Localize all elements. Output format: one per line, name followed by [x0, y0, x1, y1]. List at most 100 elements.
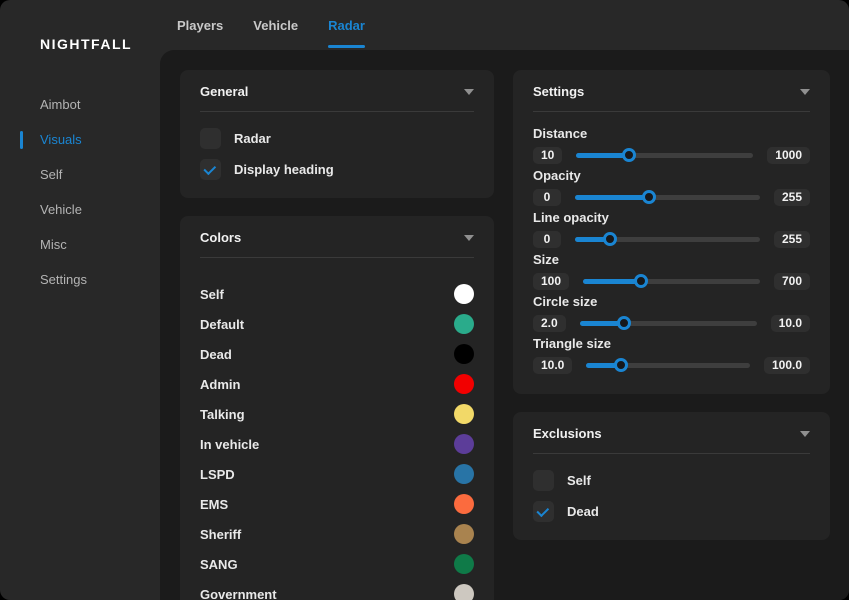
slider-group: Triangle size 10.0 100.0 [533, 336, 810, 373]
colors-panel-header[interactable]: Colors [200, 216, 474, 258]
slider-handle[interactable] [603, 232, 617, 246]
slider-track[interactable] [583, 279, 760, 284]
tab[interactable]: Players [177, 0, 223, 50]
sidebar-item[interactable]: Aimbot [0, 87, 160, 122]
checkbox-row[interactable]: Radar [200, 128, 474, 149]
color-swatch[interactable] [454, 584, 474, 600]
color-label: Admin [200, 377, 240, 392]
checkbox[interactable] [200, 128, 221, 149]
color-row: Default [200, 309, 474, 339]
slider-group: Opacity 0 255 [533, 168, 810, 205]
sidebar-item[interactable]: Misc [0, 227, 160, 262]
color-row: Talking [200, 399, 474, 429]
color-swatch[interactable] [454, 464, 474, 484]
checkbox[interactable] [200, 159, 221, 180]
slider-label: Triangle size [533, 336, 810, 351]
sidebar-item-label: Settings [40, 272, 87, 287]
color-row: Self [200, 279, 474, 309]
color-swatch[interactable] [454, 404, 474, 424]
panel-title: Colors [200, 230, 241, 245]
tab[interactable]: Radar [328, 0, 365, 50]
checkbox[interactable] [533, 501, 554, 522]
slider-min-value: 10.0 [533, 357, 572, 374]
color-swatch[interactable] [454, 554, 474, 574]
color-label: EMS [200, 497, 228, 512]
slider-max-value: 1000 [767, 147, 810, 164]
color-swatch[interactable] [454, 494, 474, 514]
checkbox-row[interactable]: Display heading [200, 159, 474, 180]
slider-handle[interactable] [622, 148, 636, 162]
exclusions-panel-header[interactable]: Exclusions [533, 412, 810, 454]
sidebar-item-label: Misc [40, 237, 67, 252]
color-row: Admin [200, 369, 474, 399]
slider-group: Circle size 2.0 10.0 [533, 294, 810, 331]
color-label: Government [200, 587, 277, 600]
slider-fill [575, 195, 649, 200]
color-swatch[interactable] [454, 524, 474, 544]
color-row: LSPD [200, 459, 474, 489]
slider-row: 10.0 100.0 [533, 357, 810, 373]
color-swatch[interactable] [454, 344, 474, 364]
sidebar-item[interactable]: Visuals [0, 122, 160, 157]
color-swatch[interactable] [454, 314, 474, 334]
checkbox-row[interactable]: Dead [533, 501, 810, 522]
colors-panel: Colors Self Default [180, 216, 494, 600]
slider-group: Distance 10 1000 [533, 126, 810, 163]
collapse-arrow-icon[interactable] [464, 235, 474, 241]
tab[interactable]: Vehicle [253, 0, 298, 50]
slider-min-value: 0 [533, 231, 561, 248]
sidebar-item-label: Vehicle [40, 202, 82, 217]
slider-track[interactable] [575, 195, 760, 200]
checkbox-label: Radar [234, 131, 271, 146]
collapse-arrow-icon[interactable] [800, 89, 810, 95]
general-panel: General Radar Display heading [180, 70, 494, 198]
slider-max-value: 700 [774, 273, 810, 290]
color-label: Talking [200, 407, 245, 422]
slider-handle[interactable] [614, 358, 628, 372]
settings-panel-header[interactable]: Settings [533, 70, 810, 112]
color-row: Government [200, 579, 474, 600]
sidebar-item-label: Aimbot [40, 97, 80, 112]
slider-row: 100 700 [533, 273, 810, 289]
sidebar-item[interactable]: Self [0, 157, 160, 192]
slider-handle[interactable] [634, 274, 648, 288]
sidebar-nav: Aimbot Visuals Self Vehicle Misc [0, 87, 160, 297]
color-swatch[interactable] [454, 284, 474, 304]
checkbox-row[interactable]: Self [533, 470, 810, 491]
exclusions-checkbox-list: Self Dead [533, 454, 810, 540]
slider-row: 2.0 10.0 [533, 315, 810, 331]
slider-track[interactable] [586, 363, 750, 368]
checkbox-label: Self [567, 473, 591, 488]
check-icon [203, 162, 216, 175]
checkbox[interactable] [533, 470, 554, 491]
right-column: Settings Distance 10 [513, 70, 830, 540]
slider-fill [580, 321, 624, 326]
slider-handle[interactable] [617, 316, 631, 330]
panel-title: Exclusions [533, 426, 602, 441]
color-swatch[interactable] [454, 434, 474, 454]
sidebar: NIGHTFALL Aimbot Visuals Self Vehicle [0, 0, 160, 600]
content-area: General Radar Display heading [160, 50, 849, 600]
sidebar-item[interactable]: Settings [0, 262, 160, 297]
slider-label: Line opacity [533, 210, 810, 225]
slider-max-value: 255 [774, 231, 810, 248]
left-column: General Radar Display heading [180, 70, 494, 600]
collapse-arrow-icon[interactable] [800, 431, 810, 437]
exclusions-panel: Exclusions Self Dead [513, 412, 830, 540]
tab-bar: Players Vehicle Radar [160, 0, 849, 50]
check-icon [536, 504, 549, 517]
slider-handle[interactable] [642, 190, 656, 204]
slider-group: Size 100 700 [533, 252, 810, 289]
slider-track[interactable] [576, 153, 753, 158]
app-window: NIGHTFALL Aimbot Visuals Self Vehicle [0, 0, 849, 600]
slider-track[interactable] [580, 321, 757, 326]
slider-label: Distance [533, 126, 810, 141]
slider-track[interactable] [575, 237, 760, 242]
sidebar-item[interactable]: Vehicle [0, 192, 160, 227]
app-title: NIGHTFALL [40, 36, 132, 52]
color-swatch[interactable] [454, 374, 474, 394]
tab-label: Vehicle [253, 18, 298, 33]
general-panel-header[interactable]: General [200, 70, 474, 112]
slider-group: Line opacity 0 255 [533, 210, 810, 247]
collapse-arrow-icon[interactable] [464, 89, 474, 95]
